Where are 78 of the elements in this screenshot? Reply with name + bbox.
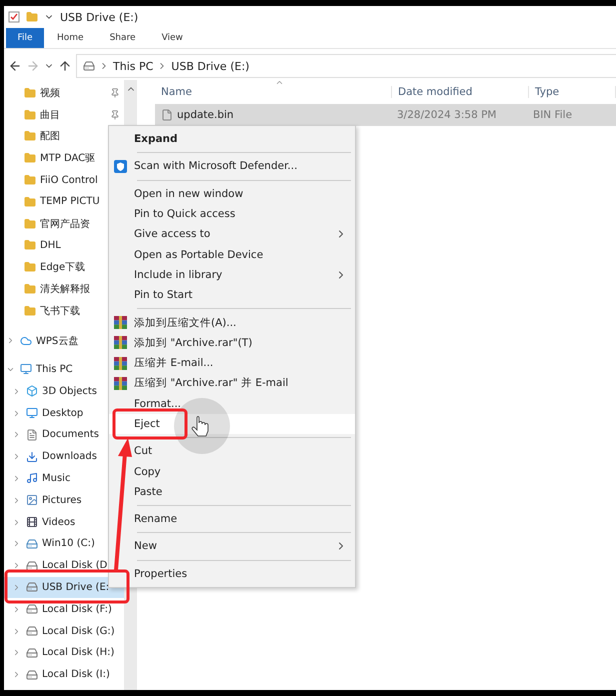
ribbon-tab[interactable]: File — [6, 28, 44, 48]
drive-icon — [26, 668, 38, 681]
folder-icon — [24, 130, 36, 142]
chevron-icon[interactable] — [12, 474, 21, 483]
chevron-icon[interactable] — [12, 518, 21, 527]
drive-icon — [26, 646, 38, 659]
objects-icon — [26, 385, 38, 398]
address-bar[interactable]: This PC USB Drive (E:) — [76, 54, 616, 78]
archive-icon — [114, 336, 127, 350]
music-icon — [26, 472, 38, 484]
up-icon[interactable] — [58, 59, 72, 73]
drive-icon — [26, 560, 38, 572]
nav-item[interactable]: Local Disk (F:) — [4, 598, 124, 620]
chevron-icon[interactable] — [12, 452, 21, 462]
chevron-icon[interactable] — [12, 604, 21, 614]
folder-icon — [24, 196, 36, 208]
folder-icon — [24, 152, 36, 164]
folder-icon — [24, 283, 36, 296]
file-icon — [161, 109, 173, 121]
folder-icon[interactable] — [26, 11, 38, 23]
chevron-icon[interactable] — [6, 336, 15, 346]
window-title: USB Drive (E:) — [60, 10, 138, 24]
breadcrumb[interactable]: USB Drive (E:) — [171, 60, 250, 72]
nav-item[interactable]: 视频 — [4, 82, 124, 104]
menu-item[interactable]: Eject — [109, 414, 355, 434]
archive-icon — [114, 316, 127, 330]
chevron-icon[interactable] — [12, 430, 21, 440]
videos-icon — [26, 516, 38, 528]
column-header[interactable]: Name — [155, 86, 392, 98]
hand-cursor-icon — [192, 416, 208, 436]
pictures-icon — [26, 494, 38, 506]
properties-icon[interactable] — [8, 11, 20, 23]
chevron-icon[interactable] — [12, 539, 21, 548]
nav-item[interactable]: USB Drive (E: — [4, 576, 124, 598]
folder-icon — [24, 218, 36, 230]
drive-icon — [26, 581, 38, 594]
drive-icon — [26, 603, 38, 616]
column-header[interactable]: Type — [529, 86, 616, 98]
drive-icon — [26, 538, 38, 550]
sort-icon — [275, 78, 284, 87]
folder-icon — [24, 86, 36, 99]
drive-icon — [83, 60, 95, 72]
date-modified: 3/28/2024 3:58 PM — [396, 109, 498, 121]
shield-icon — [114, 160, 127, 173]
desktop-icon — [26, 407, 38, 420]
drive-icon — [26, 625, 38, 638]
chevron-icon[interactable] — [12, 386, 21, 396]
chevron-icon[interactable] — [12, 561, 21, 570]
ribbon-tab[interactable]: Home — [44, 28, 97, 48]
chevron-icon[interactable] — [12, 648, 21, 658]
chevron-icon[interactable] — [12, 670, 21, 680]
pc-icon — [20, 363, 32, 376]
folder-icon — [24, 261, 36, 274]
chevron-icon[interactable] — [12, 582, 21, 592]
nav-item[interactable]: Local Disk (I:) — [4, 664, 124, 686]
ribbon-tab[interactable]: View — [148, 28, 196, 48]
folder-icon — [24, 108, 36, 121]
nav-item[interactable]: Local Disk (G:) — [4, 620, 124, 642]
downloads-icon — [26, 450, 38, 463]
chevron-icon[interactable] — [12, 496, 21, 505]
folder-icon — [24, 174, 36, 186]
archive-icon — [114, 376, 127, 390]
chevron-icon[interactable] — [12, 626, 21, 636]
file-type: BIN File — [532, 109, 574, 121]
back-icon[interactable] — [8, 59, 22, 73]
folder-icon — [24, 304, 36, 317]
documents-icon — [26, 428, 38, 441]
archive-icon — [114, 356, 127, 370]
breadcrumb[interactable]: This PC — [113, 60, 154, 72]
column-header[interactable]: Date modified — [392, 86, 529, 98]
nav-item[interactable]: Local Disk (H:) — [4, 642, 124, 664]
file-row[interactable]: update.bin 3/28/2024 3:58 PM BIN File — [155, 104, 616, 126]
nav-item[interactable]: 曲目 — [4, 104, 124, 126]
folder-icon — [24, 239, 36, 252]
cloud-icon — [20, 334, 32, 347]
ribbon-tab[interactable]: Share — [96, 28, 149, 48]
file-name: update.bin — [177, 109, 234, 121]
chevron-icon[interactable] — [12, 408, 21, 418]
